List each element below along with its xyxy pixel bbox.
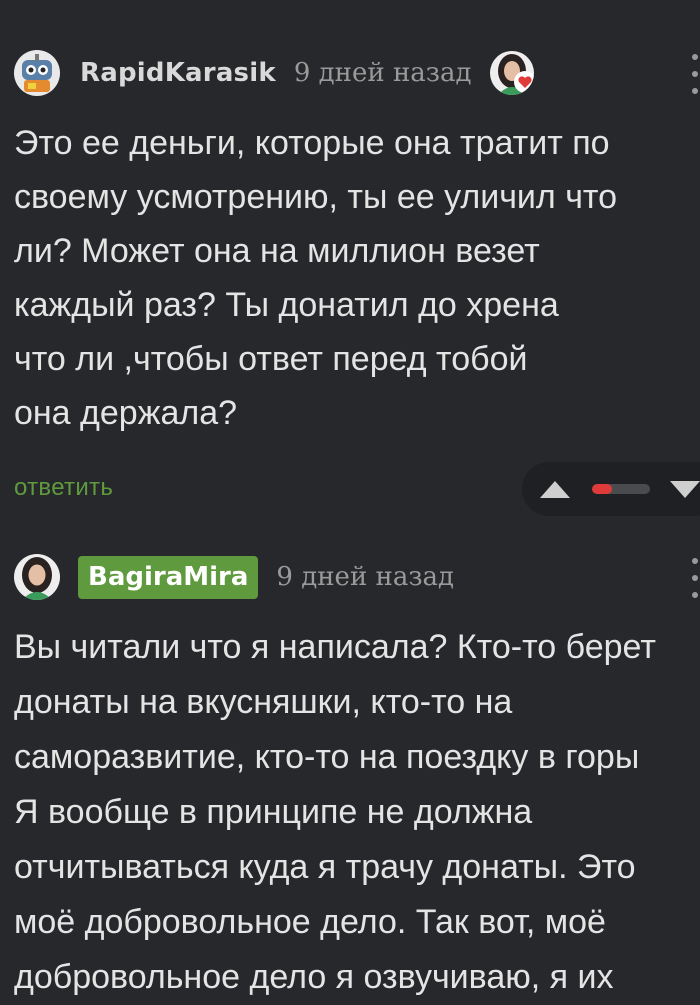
- downvote-arrow-icon[interactable]: [670, 481, 700, 498]
- woman-avatar-icon: [14, 554, 60, 600]
- upvote-arrow-icon[interactable]: [540, 481, 570, 498]
- user-avatar[interactable]: [14, 554, 60, 600]
- comment: RapidKarasik 9 дней назад Это ее деньги,…: [0, 0, 700, 530]
- vote-ratio-bar: [592, 484, 650, 494]
- comment-header: RapidKarasik 9 дней назад: [14, 48, 534, 98]
- reaction-avatar[interactable]: [489, 51, 534, 95]
- comment-header: BagiraMira 9 дней назад: [14, 552, 454, 602]
- vote-widget: [522, 462, 700, 516]
- timestamp: 9 дней назад: [276, 562, 455, 592]
- username[interactable]: RapidKarasik: [80, 58, 276, 88]
- user-avatar[interactable]: [14, 50, 60, 96]
- robot-avatar-icon: [14, 50, 60, 96]
- more-options-icon[interactable]: [688, 54, 700, 94]
- reply-link[interactable]: ответить: [14, 474, 113, 502]
- more-options-icon[interactable]: [688, 558, 700, 598]
- vote-ratio-fill: [592, 484, 613, 494]
- username-badge[interactable]: BagiraMira: [78, 555, 259, 599]
- comment: BagiraMira 9 дней назад Вы читали что я …: [0, 530, 700, 996]
- comment-text: Вы читали что я написала? Кто-то берет д…: [14, 628, 656, 996]
- heart-icon: [513, 71, 534, 93]
- comment-text: Это ее деньги, которые она тратит по сво…: [14, 124, 618, 432]
- timestamp: 9 дней назад: [293, 58, 472, 88]
